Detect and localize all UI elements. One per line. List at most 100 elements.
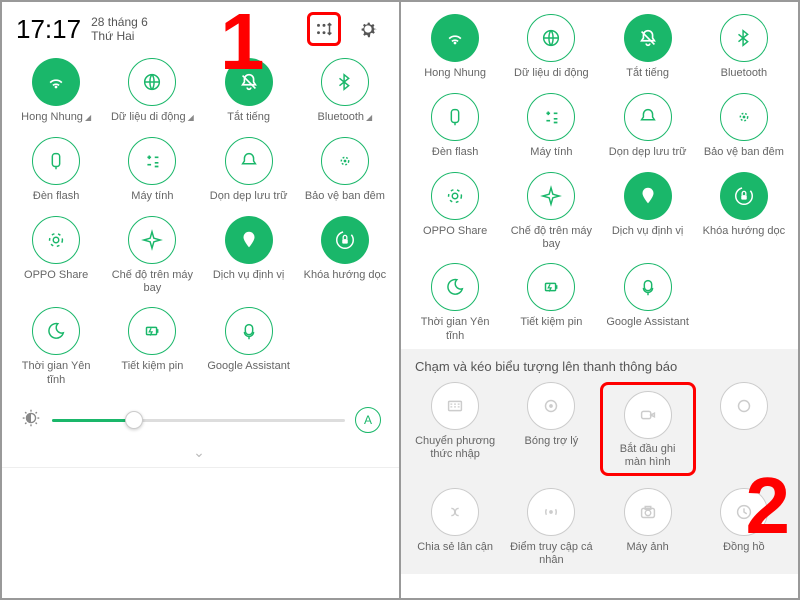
edit-tiles-panel: Hong NhungDữ liệu di độngTắt tiếngBlueto…	[401, 2, 798, 598]
tile-orb[interactable]: Bóng trợ lý	[503, 382, 599, 476]
wifi-toggle[interactable]	[32, 58, 80, 106]
clean-toggle[interactable]	[225, 137, 273, 185]
dnd-toggle[interactable]	[32, 307, 80, 355]
tile-label: Hong Nhung◢	[21, 111, 91, 125]
drag-handle[interactable]: ⌄	[2, 444, 399, 468]
tile-share[interactable]: OPPO Share	[407, 172, 503, 251]
bt-toggle[interactable]	[720, 14, 768, 62]
tile-share[interactable]: OPPO Share	[8, 216, 104, 295]
tile-calc[interactable]: Máy tính	[104, 137, 200, 204]
tile-label: Dịch vụ định vị	[213, 269, 285, 283]
airplane-toggle[interactable]	[128, 216, 176, 264]
battery-toggle[interactable]	[128, 307, 176, 355]
camera-icon	[637, 501, 659, 523]
camera-toggle[interactable]	[624, 488, 672, 536]
location-toggle[interactable]	[624, 172, 672, 220]
tile-label: Dữ liệu di động◢	[111, 111, 194, 125]
share-toggle[interactable]	[431, 172, 479, 220]
hotspot-toggle[interactable]	[527, 488, 575, 536]
tile-flash[interactable]: Đèn flash	[407, 93, 503, 160]
bt-toggle[interactable]	[321, 58, 369, 106]
night-toggle[interactable]	[720, 93, 768, 141]
night-toggle[interactable]	[321, 137, 369, 185]
hidden1-toggle[interactable]	[720, 382, 768, 430]
hotspot-icon	[540, 501, 562, 523]
tile-label: OPPO Share	[24, 269, 88, 283]
record-toggle[interactable]	[624, 391, 672, 439]
tile-bt[interactable]: Bluetooth◢	[297, 58, 393, 125]
tile-flash[interactable]: Đèn flash	[8, 137, 104, 204]
tile-dnd[interactable]: Thời gian Yên tĩnh	[407, 263, 503, 342]
dnd-icon	[444, 276, 466, 298]
tile-label: Google Assistant	[606, 316, 689, 330]
tile-input[interactable]: Chuyển phương thức nhập	[407, 382, 503, 476]
tile-bt[interactable]: Bluetooth	[696, 14, 792, 81]
tile-rotlock[interactable]: Khóa hướng dọc	[297, 216, 393, 295]
tile-rotlock[interactable]: Khóa hướng dọc	[696, 172, 792, 251]
tile-label: OPPO Share	[423, 225, 487, 239]
tile-calc[interactable]: Máy tính	[503, 93, 599, 160]
tile-label: Tiết kiệm pin	[520, 316, 582, 330]
data-toggle[interactable]	[128, 58, 176, 106]
calc-toggle[interactable]	[527, 93, 575, 141]
nearby-toggle[interactable]	[431, 488, 479, 536]
tile-assistant[interactable]: Google Assistant	[600, 263, 696, 342]
tile-night[interactable]: Bảo vệ ban đêm	[297, 137, 393, 204]
battery-icon	[540, 276, 562, 298]
rotlock-toggle[interactable]	[321, 216, 369, 264]
tile-airplane[interactable]: Chế độ trên máy bay	[503, 172, 599, 251]
flash-toggle[interactable]	[32, 137, 80, 185]
annotation-1: 1	[220, 2, 265, 88]
battery-toggle[interactable]	[527, 263, 575, 311]
tile-data[interactable]: Dữ liệu di động◢	[104, 58, 200, 125]
mute-toggle[interactable]	[624, 14, 672, 62]
tile-location[interactable]: Dịch vụ định vị	[201, 216, 297, 295]
night-icon	[733, 106, 755, 128]
tile-airplane[interactable]: Chế độ trên máy bay	[104, 216, 200, 295]
calc-toggle[interactable]	[128, 137, 176, 185]
tile-wifi[interactable]: Hong Nhung	[407, 14, 503, 81]
dnd-toggle[interactable]	[431, 263, 479, 311]
rotlock-icon	[733, 185, 755, 207]
tile-label: Google Assistant	[207, 360, 290, 374]
tile-location[interactable]: Dịch vụ định vị	[600, 172, 696, 251]
assistant-toggle[interactable]	[624, 263, 672, 311]
tile-mute[interactable]: Tắt tiếng	[600, 14, 696, 81]
location-toggle[interactable]	[225, 216, 273, 264]
assistant-toggle[interactable]	[225, 307, 273, 355]
rotlock-toggle[interactable]	[720, 172, 768, 220]
brightness-slider[interactable]	[52, 419, 345, 422]
input-toggle[interactable]	[431, 382, 479, 430]
share-toggle[interactable]	[32, 216, 80, 264]
data-toggle[interactable]	[527, 14, 575, 62]
tile-hotspot[interactable]: Điểm truy cập cá nhân	[503, 488, 599, 567]
tile-battery[interactable]: Tiết kiệm pin	[104, 307, 200, 386]
settings-button[interactable]	[351, 12, 385, 46]
tile-label: Tắt tiếng	[227, 111, 270, 125]
auto-brightness-toggle[interactable]: A	[355, 407, 381, 433]
tile-battery[interactable]: Tiết kiệm pin	[503, 263, 599, 342]
share-icon	[444, 185, 466, 207]
clock-time: 17:17	[16, 14, 81, 45]
tile-assistant[interactable]: Google Assistant	[201, 307, 297, 386]
tile-night[interactable]: Bảo vệ ban đêm	[696, 93, 792, 160]
tile-clean[interactable]: Dọn dẹp lưu trữ	[201, 137, 297, 204]
tile-data[interactable]: Dữ liệu di động	[503, 14, 599, 81]
airplane-toggle[interactable]	[527, 172, 575, 220]
wifi-toggle[interactable]	[431, 14, 479, 62]
tile-label: Chế độ trên máy bay	[506, 225, 596, 251]
tile-label: Máy ảnh	[627, 541, 669, 555]
tile-record[interactable]: Bắt đầu ghi màn hình	[600, 382, 696, 476]
tile-nearby[interactable]: Chia sẻ lân cận	[407, 488, 503, 567]
flash-toggle[interactable]	[431, 93, 479, 141]
assistant-icon	[238, 320, 260, 342]
tile-label: Thời gian Yên tĩnh	[410, 316, 500, 342]
calc-icon	[540, 106, 562, 128]
clean-toggle[interactable]	[624, 93, 672, 141]
tile-dnd[interactable]: Thời gian Yên tĩnh	[8, 307, 104, 386]
tile-clean[interactable]: Dọn dẹp lưu trữ	[600, 93, 696, 160]
tile-wifi[interactable]: Hong Nhung◢	[8, 58, 104, 125]
edit-tiles-button[interactable]	[307, 12, 341, 46]
tile-camera[interactable]: Máy ảnh	[600, 488, 696, 567]
orb-toggle[interactable]	[527, 382, 575, 430]
